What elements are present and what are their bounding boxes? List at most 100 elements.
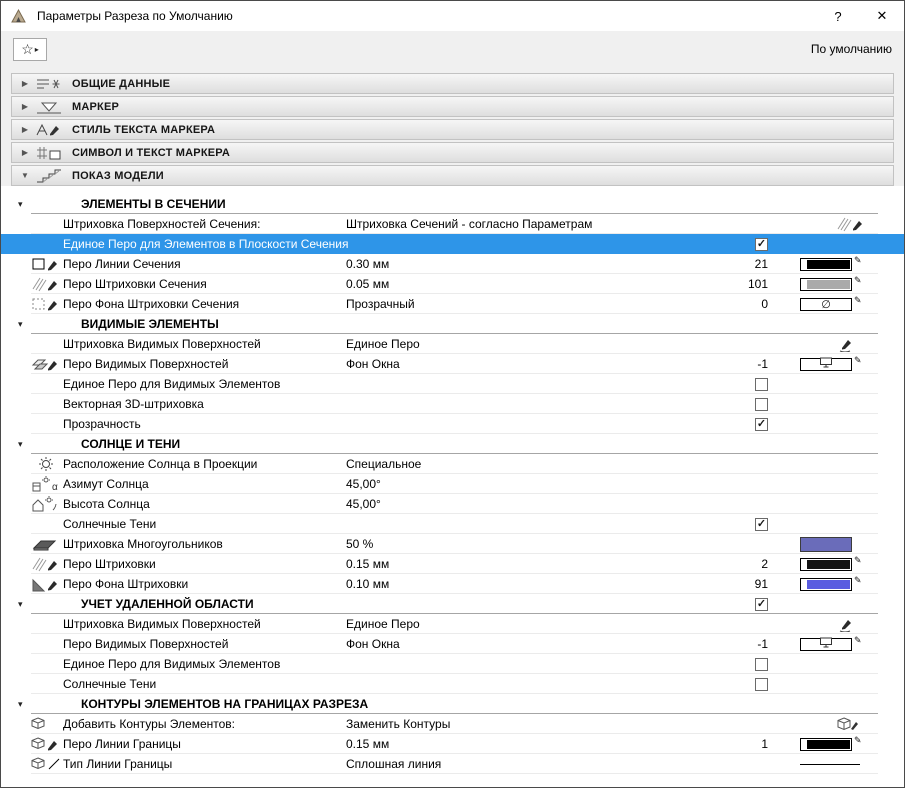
parameter-value[interactable]: 0.30 мм bbox=[346, 257, 746, 271]
group-title: ВИДИМЫЕ ЭЛЕМЕНТЫ bbox=[81, 317, 219, 331]
hatch-pen-icon[interactable] bbox=[836, 216, 866, 232]
close-button[interactable]: ✕ bbox=[860, 1, 904, 31]
parameter-row[interactable]: Перо Видимых Поверхностей Фон Окна -1 ✎ bbox=[1, 354, 904, 374]
parameter-row[interactable]: Высота Солнца 45,00° bbox=[1, 494, 904, 514]
checkbox[interactable]: ✓ bbox=[755, 517, 768, 531]
section-label: ПОКАЗ МОДЕЛИ bbox=[72, 169, 164, 182]
help-button[interactable]: ? bbox=[816, 1, 860, 31]
parameter-row[interactable]: Тип Линии Границы Сплошная линия bbox=[1, 754, 904, 774]
parameter-row[interactable]: Штриховка Видимых Поверхностей Единое Пе… bbox=[1, 334, 904, 354]
checkbox[interactable]: ✓ bbox=[755, 237, 768, 251]
uniform-pen-icon[interactable] bbox=[836, 336, 856, 352]
line-type-sample[interactable] bbox=[800, 763, 860, 765]
group-header[interactable]: ▾ КОНТУРЫ ЭЛЕМЕНТОВ НА ГРАНИЦАХ РАЗРЕЗА bbox=[1, 694, 904, 714]
pen-number: 21 bbox=[754, 257, 768, 271]
replace-contours-icon[interactable] bbox=[836, 716, 860, 732]
parameter-row[interactable]: Солнечные Тени ✓ bbox=[1, 514, 904, 534]
parameter-row[interactable]: Перо Фона Штриховки Сечения Прозрачный 0… bbox=[1, 294, 904, 314]
parameter-row[interactable]: Штриховка Видимых Поверхностей Единое Пе… bbox=[1, 614, 904, 634]
pen-color-swatch[interactable] bbox=[800, 577, 852, 591]
pen-icon: ✎ bbox=[854, 354, 862, 365]
section-header[interactable]: ▶ СИМВОЛ И ТЕКСТ МАРКЕРА bbox=[11, 142, 894, 163]
parameter-row[interactable]: Солнечные Тени bbox=[1, 674, 904, 694]
parameter-label: Штриховка Видимых Поверхностей bbox=[63, 617, 261, 631]
marker-text-style-icon bbox=[34, 122, 72, 138]
checkbox[interactable]: ✓ bbox=[755, 417, 768, 431]
parameter-value[interactable]: 45,00° bbox=[346, 497, 746, 511]
checkbox[interactable] bbox=[755, 397, 768, 411]
section-header[interactable]: ▶ СТИЛЬ ТЕКСТА МАРКЕРА bbox=[11, 119, 894, 140]
marker-symbol-icon bbox=[34, 145, 72, 161]
monitor-icon bbox=[819, 637, 833, 651]
parameter-row[interactable]: Перо Штриховки 0.15 мм 2 ✎ bbox=[1, 554, 904, 574]
parameter-row[interactable]: Единое Перо для Видимых Элементов bbox=[1, 654, 904, 674]
checkbox[interactable] bbox=[755, 677, 768, 691]
parameter-value[interactable]: Штриховка Сечений - согласно Параметрам bbox=[346, 217, 746, 231]
favorites-button[interactable]: ☆ ▸ bbox=[13, 37, 47, 61]
group-header[interactable]: ▾ ВИДИМЫЕ ЭЛЕМЕНТЫ bbox=[1, 314, 904, 334]
parameter-value[interactable]: Единое Перо bbox=[346, 617, 746, 631]
parameter-value[interactable]: 0.10 мм bbox=[346, 577, 746, 591]
parameter-value[interactable]: Заменить Контуры bbox=[346, 717, 746, 731]
parameter-label: Перо Штриховки bbox=[63, 557, 156, 571]
group-header[interactable]: ▾ УЧЕТ УДАЛЕННОЙ ОБЛАСТИ ✓ bbox=[1, 594, 904, 614]
pen-icon: ✎ bbox=[854, 734, 862, 745]
parameter-value[interactable]: 0.15 мм bbox=[346, 557, 746, 571]
section-header[interactable]: ▼ ПОКАЗ МОДЕЛИ bbox=[11, 165, 894, 186]
parameter-label: Векторная 3D-штриховка bbox=[63, 397, 204, 411]
check-mark-icon: ✓ bbox=[756, 597, 767, 610]
parameter-value[interactable]: Фон Окна bbox=[346, 637, 746, 651]
pen-color-swatch[interactable] bbox=[800, 257, 852, 271]
parameter-value[interactable]: 45,00° bbox=[346, 477, 746, 491]
collapse-arrow-icon: ▾ bbox=[18, 438, 23, 449]
pen-color-swatch[interactable] bbox=[800, 737, 852, 751]
parameter-row[interactable]: Штриховка Поверхностей Сечения: Штриховк… bbox=[1, 214, 904, 234]
parameter-label: Штриховка Поверхностей Сечения: bbox=[63, 217, 261, 231]
parameter-row[interactable]: Прозрачность ✓ bbox=[1, 414, 904, 434]
parameter-value[interactable]: Единое Перо bbox=[346, 337, 746, 351]
check-mark-icon: ✓ bbox=[756, 237, 767, 250]
sun-altitude-icon bbox=[31, 496, 63, 512]
group-header[interactable]: ▾ СОЛНЦЕ И ТЕНИ bbox=[1, 434, 904, 454]
section-header[interactable]: ▶ МАРКЕР bbox=[11, 96, 894, 117]
parameter-label: Штриховка Многоугольников bbox=[63, 537, 223, 551]
checkbox[interactable] bbox=[755, 377, 768, 391]
uniform-pen-icon[interactable] bbox=[836, 616, 856, 632]
window-title: Параметры Разреза по Умолчанию bbox=[37, 9, 233, 23]
group-header[interactable]: ▾ ЭЛЕМЕНТЫ В СЕЧЕНИИ bbox=[1, 194, 904, 214]
parameter-row[interactable]: Единое Перо для Видимых Элементов bbox=[1, 374, 904, 394]
parameter-row[interactable]: Штриховка Многоугольников 50 % bbox=[1, 534, 904, 554]
chevron-right-icon: ▶ bbox=[21, 79, 29, 88]
fill-color-swatch[interactable] bbox=[800, 536, 852, 552]
parameter-value[interactable]: Фон Окна bbox=[346, 357, 746, 371]
window-background-pen-swatch[interactable] bbox=[800, 637, 852, 651]
parameter-value[interactable]: 50 % bbox=[346, 537, 746, 551]
pen-number: 1 bbox=[761, 737, 768, 751]
pen-number: 0 bbox=[761, 297, 768, 311]
window-background-pen-swatch[interactable] bbox=[800, 357, 852, 371]
parameter-row[interactable]: α Азимут Солнца 45,00° bbox=[1, 474, 904, 494]
pen-color-swatch[interactable] bbox=[800, 557, 852, 571]
transparent-pen-swatch[interactable]: ∅ bbox=[800, 297, 852, 311]
parameter-row[interactable]: Расположение Солнца в Проекции Специальн… bbox=[1, 454, 904, 474]
parameter-value[interactable]: Прозрачный bbox=[346, 297, 746, 311]
parameter-value[interactable]: Специальное bbox=[346, 457, 746, 471]
parameter-row[interactable]: Перо Видимых Поверхностей Фон Окна -1 ✎ bbox=[1, 634, 904, 654]
section-header[interactable]: ▶ ОБЩИЕ ДАННЫЕ bbox=[11, 73, 894, 94]
parameter-row[interactable]: Перо Линии Сечения 0.30 мм 21 ✎ bbox=[1, 254, 904, 274]
parameter-row[interactable]: Единое Перо для Элементов в Плоскости Се… bbox=[1, 234, 904, 254]
pen-color-swatch[interactable] bbox=[800, 277, 852, 291]
parameter-value[interactable]: Сплошная линия bbox=[346, 757, 746, 771]
parameter-row[interactable]: Перо Штриховки Сечения 0.05 мм 101 ✎ bbox=[1, 274, 904, 294]
boundary-line-pen-icon bbox=[31, 736, 63, 752]
parameter-value[interactable]: 0.05 мм bbox=[346, 277, 746, 291]
parameter-row[interactable]: Векторная 3D-штриховка bbox=[1, 394, 904, 414]
parameter-value[interactable]: 0.15 мм bbox=[346, 737, 746, 751]
parameter-row[interactable]: Добавить Контуры Элементов: Заменить Кон… bbox=[1, 714, 904, 734]
parameter-row[interactable]: Перо Фона Штриховки 0.10 мм 91 ✎ bbox=[1, 574, 904, 594]
checkbox[interactable] bbox=[755, 657, 768, 671]
parameter-label: Штриховка Видимых Поверхностей bbox=[63, 337, 261, 351]
parameter-row[interactable]: Перо Линии Границы 0.15 мм 1 ✎ bbox=[1, 734, 904, 754]
collapse-arrow-icon: ▾ bbox=[18, 598, 23, 609]
checkbox[interactable]: ✓ bbox=[755, 597, 768, 611]
